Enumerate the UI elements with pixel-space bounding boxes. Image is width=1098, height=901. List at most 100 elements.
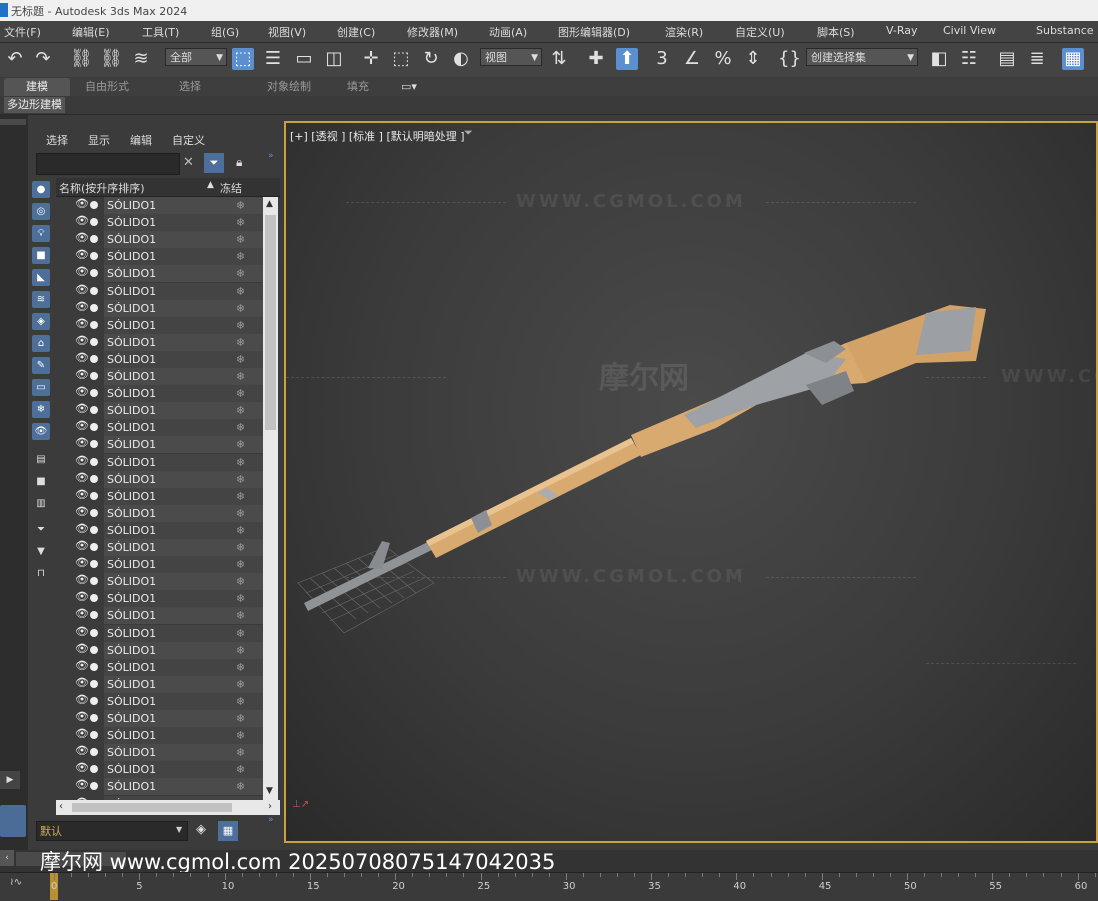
list-item[interactable]: 👁︎ SÓLIDO1❄ — [56, 419, 263, 437]
object-name[interactable]: SÓLIDO1 — [104, 539, 219, 556]
percent-snap-icon[interactable]: % — [712, 48, 734, 70]
render-dot-icon[interactable] — [90, 218, 98, 227]
list-item[interactable]: 👁︎ SÓLIDO1❄ — [56, 624, 263, 642]
list-item[interactable]: 👁︎ SÓLIDO1❄ — [56, 402, 263, 420]
list-item[interactable]: 👁︎ SÓLIDO1❄ — [56, 282, 263, 300]
list-item[interactable]: 👁︎ SÓLIDO1❄ — [56, 556, 263, 574]
xref-filter-icon[interactable]: ⌂ — [32, 335, 50, 352]
snowflake-icon[interactable]: ❄ — [218, 402, 263, 420]
render-dot-icon[interactable] — [90, 235, 98, 244]
object-name[interactable]: SÓLIDO1 — [104, 436, 219, 454]
menu-group[interactable]: 组(G) — [211, 24, 239, 40]
list-item[interactable]: 👁︎ SÓLIDO1❄ — [56, 470, 263, 488]
snowflake-icon[interactable]: ❄ — [218, 282, 263, 300]
horizontal-scrollbar[interactable]: ‹ › — [56, 800, 280, 815]
collapse-icon[interactable]: » — [268, 151, 274, 161]
list-item[interactable]: 👁︎ SÓLIDO1❄ — [56, 214, 263, 232]
menu-vray[interactable]: V-Ray — [886, 24, 918, 37]
poly-modeling-label[interactable]: 多边形建模 — [4, 97, 65, 113]
render-dot-icon[interactable] — [90, 474, 98, 483]
object-name[interactable]: SÓLIDO1 — [104, 231, 219, 249]
menu-create[interactable]: 创建(C) — [337, 24, 375, 40]
list-item[interactable]: 👁︎ SÓLIDO1❄ — [56, 658, 263, 676]
render-dot-icon[interactable] — [90, 252, 98, 261]
render-dot-icon[interactable] — [90, 748, 98, 757]
rect-selection-icon[interactable]: ▭ — [293, 48, 315, 70]
undo-icon[interactable]: ↶ — [4, 48, 26, 70]
render-dot-icon[interactable] — [90, 577, 98, 586]
object-name[interactable]: SÓLIDO1 — [104, 573, 219, 591]
spacewarp-filter-icon[interactable]: ≋ — [32, 291, 50, 308]
snowflake-icon[interactable]: ❄ — [218, 470, 263, 488]
rifle-model[interactable] — [286, 123, 1096, 841]
eye-icon[interactable]: 👁︎ — [75, 368, 89, 381]
collapse-bottom-icon[interactable]: » — [268, 815, 274, 825]
unlink-icon[interactable]: ⛓ — [100, 48, 123, 70]
align-icon[interactable]: ☷ — [958, 48, 980, 70]
object-name[interactable]: SÓLIDO1 — [104, 761, 219, 779]
snowflake-icon[interactable]: ❄ — [218, 692, 263, 710]
scroll-right-icon[interactable]: › — [268, 801, 272, 812]
list-item[interactable]: 👁︎ SÓLIDO1❄ — [56, 385, 263, 403]
snowflake-icon[interactable]: ❄ — [218, 624, 263, 642]
eye-icon[interactable]: 👁︎ — [75, 625, 89, 638]
snowflake-icon[interactable]: ❄ — [218, 658, 263, 676]
list-item[interactable]: 👁︎ SÓLIDO1❄ — [56, 299, 263, 317]
viewport-layout-tab[interactable] — [0, 805, 26, 837]
list-item[interactable]: 👁︎ SÓLIDO1❄ — [56, 778, 263, 796]
search-input[interactable] — [36, 153, 180, 175]
scrollbar-thumb[interactable] — [265, 215, 276, 430]
vertical-scrollbar[interactable]: ▲ ▼ — [263, 197, 278, 800]
object-name[interactable]: SÓLIDO1 — [104, 385, 219, 403]
object-name[interactable]: SÓLIDO1 — [104, 316, 219, 334]
object-name[interactable]: SÓLIDO1 — [104, 556, 219, 574]
filter-icon[interactable]: ⏷ — [204, 153, 224, 173]
snowflake-icon[interactable]: ❄ — [218, 590, 263, 608]
object-name[interactable]: SÓLIDO1 — [104, 675, 219, 693]
frozen-filter-icon[interactable]: ❄ — [32, 401, 50, 418]
object-name[interactable]: SÓLIDO1 — [104, 453, 219, 471]
eye-icon[interactable]: 👁︎ — [75, 197, 89, 210]
ribbon-toggle-icon[interactable]: ▦ — [1062, 48, 1084, 70]
eye-icon[interactable]: 👁︎ — [75, 693, 89, 706]
eye-icon[interactable]: 👁︎ — [75, 727, 89, 740]
eye-icon[interactable]: 👁︎ — [75, 522, 89, 535]
menu-animation[interactable]: 动画(A) — [489, 24, 527, 40]
scene-explorer-toggle-icon[interactable]: ▤ — [996, 48, 1018, 70]
render-dot-icon[interactable] — [90, 645, 98, 654]
render-dot-icon[interactable] — [90, 560, 98, 569]
bone-filter-icon[interactable]: ✎ — [32, 357, 50, 374]
list-item[interactable]: 👁︎ SÓLIDO1❄ — [56, 641, 263, 659]
snowflake-icon[interactable]: ❄ — [218, 350, 263, 368]
place-icon[interactable]: ◐ — [450, 48, 472, 70]
list-item[interactable]: 👁︎ SÓLIDO1❄ — [56, 231, 263, 249]
hierarchy-icon[interactable]: ▦ — [218, 821, 238, 841]
perspective-viewport[interactable]: [+] [透视 ] [标准 ] [默认明暗处理 ] ⏷ WWW.CGMOL.CO… — [284, 121, 1098, 843]
list-item[interactable]: 👁︎ SÓLIDO1❄ — [56, 675, 263, 693]
list-item[interactable]: 👁︎ SÓLIDO1❄ — [56, 761, 263, 779]
list-item[interactable]: 👁︎ SÓLIDO1❄ — [56, 265, 263, 283]
eye-icon[interactable]: 👁︎ — [75, 436, 89, 449]
list-item[interactable]: 👁︎ SÓLIDO1❄ — [56, 333, 263, 351]
render-dot-icon[interactable] — [90, 679, 98, 688]
snowflake-icon[interactable]: ❄ — [218, 727, 263, 745]
list-item[interactable]: 👁︎ SÓLIDO1❄ — [56, 539, 263, 556]
eye-icon[interactable]: 👁︎ — [75, 488, 89, 501]
eye-icon[interactable]: 👁︎ — [75, 659, 89, 672]
object-name[interactable]: SÓLIDO1 — [104, 641, 219, 659]
object-name[interactable]: SÓLIDO1 — [104, 590, 219, 608]
render-dot-icon[interactable] — [90, 372, 98, 380]
spinner-snap-icon[interactable]: ⇕ — [742, 48, 764, 70]
snowflake-icon[interactable]: ❄ — [218, 504, 263, 522]
list-item[interactable]: 👁︎ SÓLIDO1❄ — [56, 453, 263, 471]
bind-space-warp-icon[interactable]: ≋ — [130, 48, 152, 70]
render-dot-icon[interactable] — [90, 543, 98, 551]
menu-rendering[interactable]: 渲染(R) — [665, 24, 703, 40]
list-item[interactable]: 👁︎ SÓLIDO1❄ — [56, 692, 263, 710]
scale-icon[interactable]: ⬚ — [390, 48, 412, 70]
chevron-down-icon[interactable]: ▼ — [176, 825, 182, 834]
list-item[interactable]: 👁︎ SÓLIDO1❄ — [56, 710, 263, 727]
snowflake-icon[interactable]: ❄ — [218, 607, 263, 625]
eye-icon[interactable]: 👁︎ — [75, 402, 89, 415]
eye-icon[interactable]: 👁︎ — [75, 539, 89, 552]
